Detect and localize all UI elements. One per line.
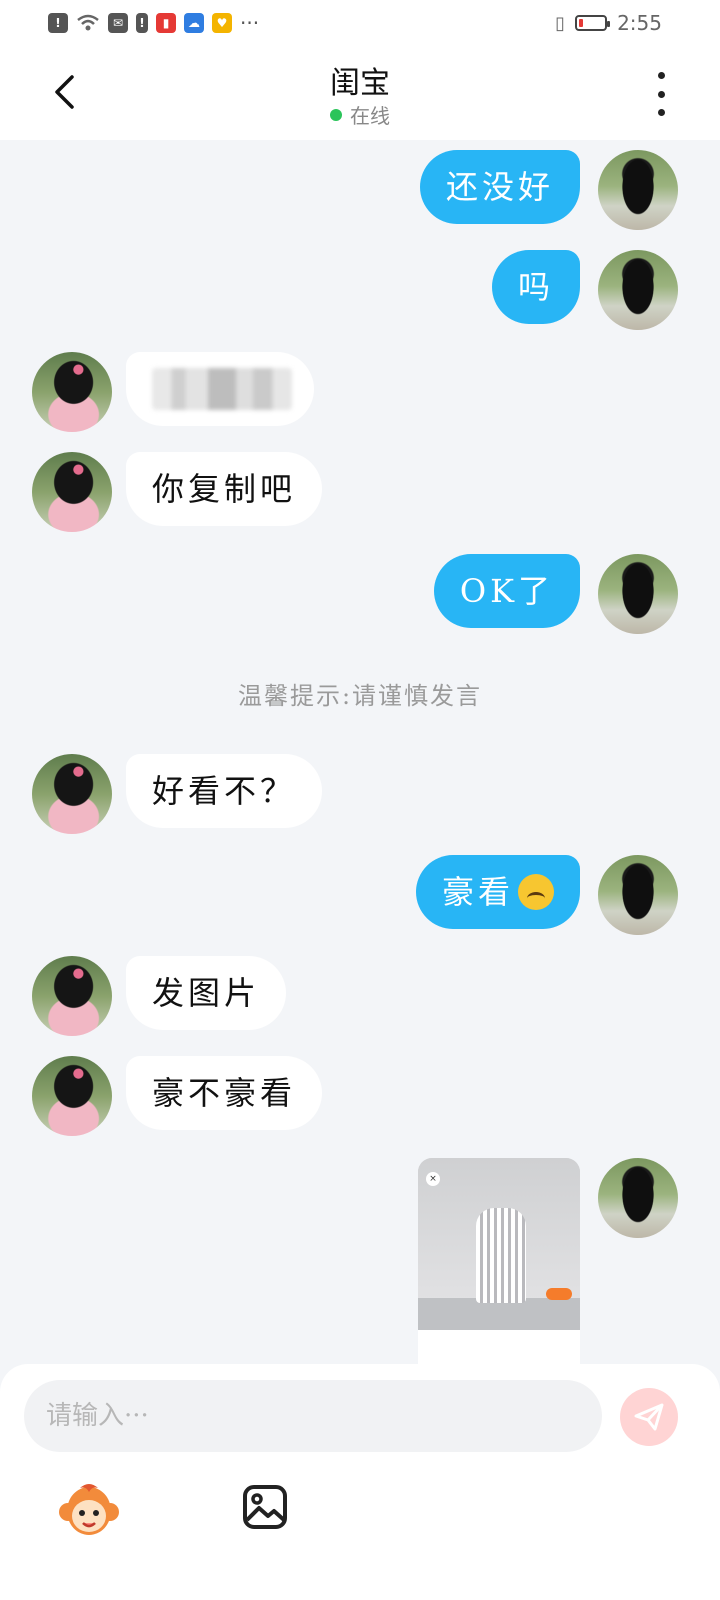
monkey-icon	[59, 1484, 119, 1535]
online-status: 在线	[0, 100, 720, 129]
more-options-button[interactable]	[646, 72, 676, 116]
screenshot-character	[476, 1208, 526, 1303]
message-row-outgoing: 豪看	[0, 855, 720, 935]
image-picker-button[interactable]	[242, 1484, 288, 1530]
message-row-incoming: 发图片	[0, 956, 720, 1036]
book-app-icon: ▮	[156, 13, 176, 33]
battery-icon	[575, 15, 611, 31]
message-input[interactable]	[24, 1380, 602, 1452]
contact-avatar[interactable]	[32, 352, 112, 432]
message-row-outgoing: 吗	[0, 250, 720, 330]
message-row-outgoing-image	[0, 1158, 720, 1238]
message-row-outgoing: 还没好	[0, 150, 720, 230]
online-dot-icon	[330, 108, 342, 121]
contact-avatar[interactable]	[32, 956, 112, 1036]
paper-plane-icon	[634, 1403, 664, 1431]
image-icon	[243, 1485, 287, 1529]
cloud-app-icon: ☁	[184, 13, 204, 33]
my-avatar[interactable]	[598, 250, 678, 330]
online-status-label: 在线	[350, 104, 390, 128]
vibrate-icon: ▯	[555, 12, 566, 34]
message-bubble-incoming[interactable]: 豪不豪看	[126, 1056, 323, 1130]
my-avatar[interactable]	[598, 1158, 678, 1238]
message-bubble-outgoing[interactable]: 还没好	[419, 150, 580, 224]
chat-header: 闺宝 在线	[0, 46, 720, 140]
screenshot-orange-button	[546, 1288, 572, 1300]
message-row-incoming: 豪不豪看	[0, 1056, 720, 1136]
more-dot-icon	[657, 109, 665, 116]
blurred-content	[152, 368, 292, 410]
message-bubble-outgoing[interactable]: 吗	[491, 250, 580, 324]
message-bubble-outgoing[interactable]: OK了	[433, 554, 580, 628]
status-bar: ! ✉ ! ▮ ☁ ♥ ··· ▯ 2:55	[0, 0, 720, 46]
system-notice: 温馨提示:请谨慎发言	[237, 682, 483, 710]
more-notifications-icon: ···	[240, 11, 260, 35]
screenshot-tabs	[418, 1330, 580, 1368]
monkey-sticker-button[interactable]	[58, 1482, 120, 1538]
message-row-incoming: 好看不？	[0, 754, 720, 834]
upside-down-face-emoji-icon	[518, 873, 554, 910]
contact-name: 闺宝	[330, 66, 390, 101]
message-bubble-incoming[interactable]: 好看不？	[126, 754, 323, 828]
wifi-icon	[77, 14, 99, 31]
message-composer	[0, 1364, 720, 1600]
mail-icon: ✉	[108, 13, 128, 33]
my-avatar[interactable]	[598, 855, 678, 935]
contact-avatar[interactable]	[32, 1056, 112, 1136]
status-icons-right: ▯ 2:55	[555, 11, 662, 35]
my-avatar[interactable]	[598, 150, 678, 230]
heart-app-icon: ♥	[212, 13, 232, 33]
message-bubble-outgoing[interactable]: 豪看	[415, 855, 580, 929]
contact-avatar[interactable]	[32, 452, 112, 532]
message-row-incoming	[0, 352, 720, 432]
more-dot-icon	[657, 72, 665, 79]
alert-icon-2: !	[136, 13, 148, 33]
message-text: 豪看	[441, 873, 514, 911]
alert-icon: !	[48, 13, 68, 33]
send-button[interactable]	[620, 1388, 678, 1446]
screenshot-close-icon: ×	[426, 1172, 440, 1186]
my-avatar[interactable]	[598, 554, 678, 634]
message-bubble-incoming[interactable]: 发图片	[126, 956, 287, 1030]
status-icons-left: ! ✉ ! ▮ ☁ ♥ ···	[48, 11, 259, 35]
more-dot-icon	[657, 90, 665, 98]
contact-avatar[interactable]	[32, 754, 112, 834]
message-row-incoming: 你复制吧	[0, 452, 720, 532]
clock: 2:55	[617, 11, 662, 35]
message-row-outgoing: OK了	[0, 554, 720, 634]
shared-screenshot-image[interactable]: ×	[418, 1158, 580, 1368]
message-bubble-incoming[interactable]: 你复制吧	[126, 452, 323, 526]
